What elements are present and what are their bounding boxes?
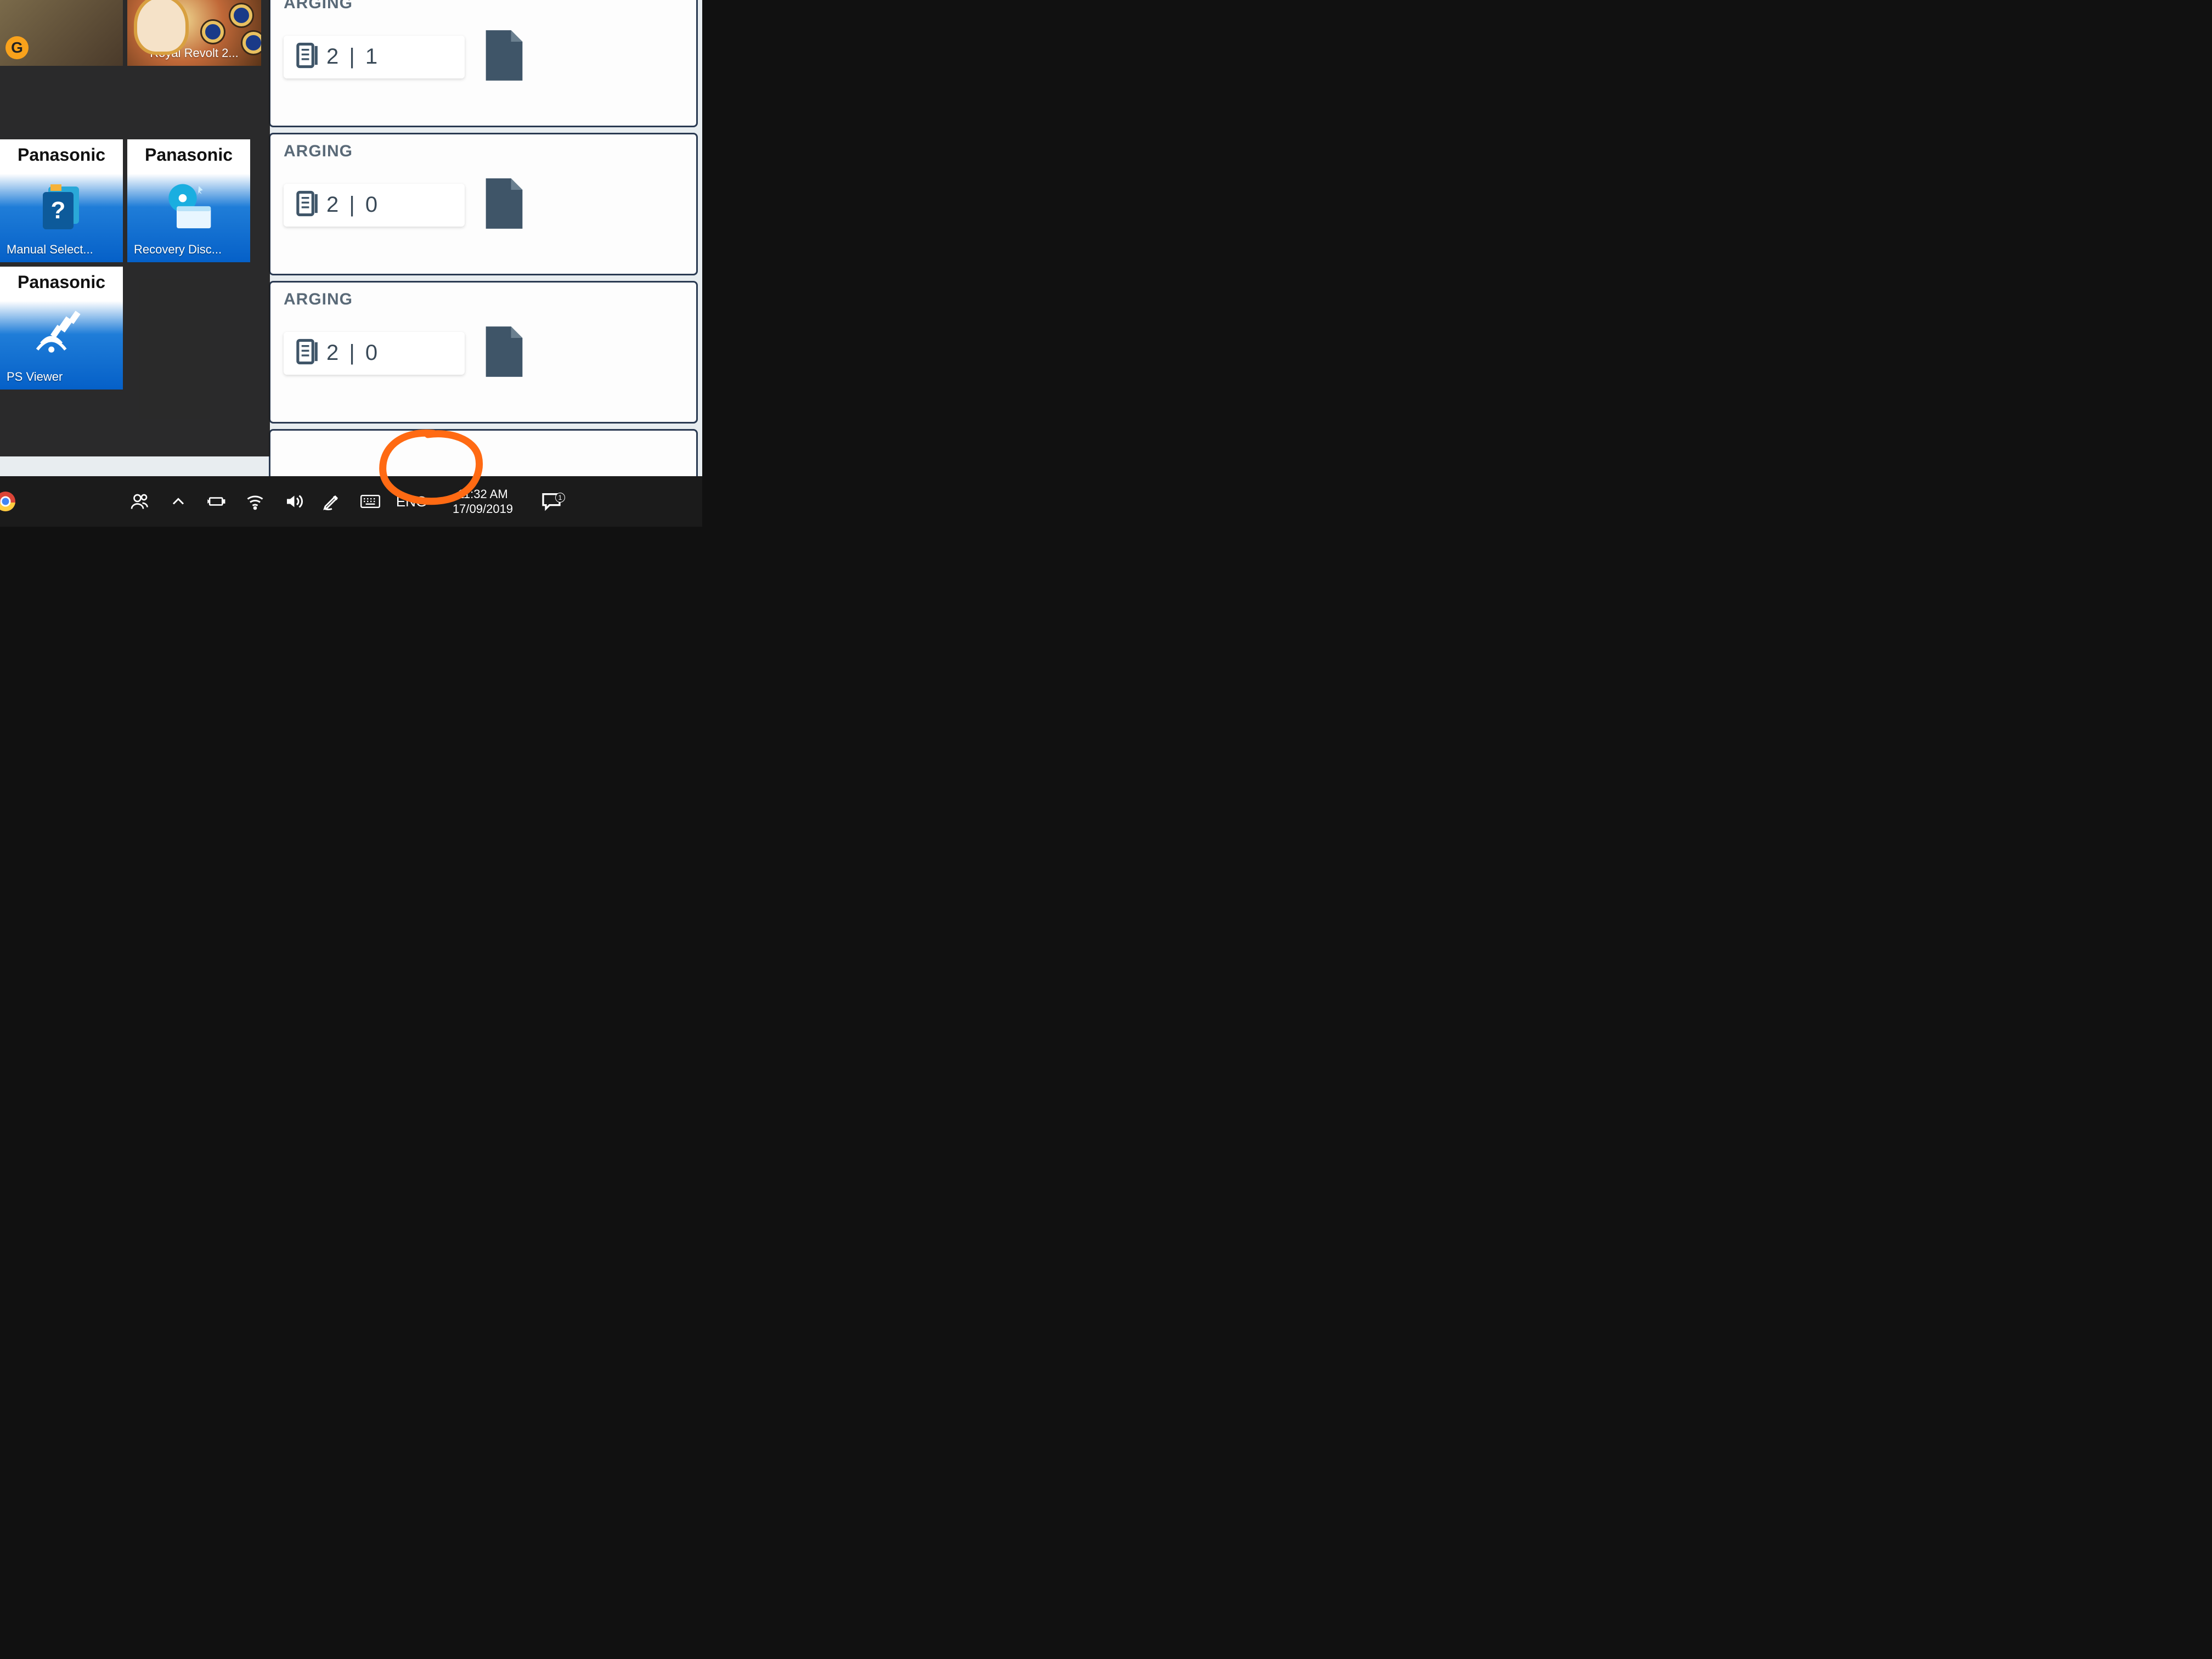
taskbar: ENG 11:32 AM 17/09/2019 1 [0, 476, 702, 527]
value-field[interactable]: 2 | 0 [284, 332, 465, 375]
gps-satellite-icon [0, 305, 123, 360]
desktop: ARGING 2 | 1 ARGING 2 | 0 [0, 0, 702, 527]
list-icon [296, 338, 319, 368]
start-menu: G Royal Revolt 2... Panasonic ? [0, 0, 270, 456]
panasonic-brand: Panasonic [0, 145, 123, 165]
svg-text:?: ? [51, 197, 66, 224]
language-indicator[interactable]: ENG [390, 476, 433, 527]
taskbar-app-chrome[interactable] [0, 476, 22, 527]
pen-input-icon[interactable] [313, 476, 351, 527]
start-tiles: G Royal Revolt 2... Panasonic ? [0, 0, 270, 456]
charging-panel-3: ARGING 2 | 0 [269, 281, 698, 424]
list-icon [296, 190, 319, 219]
panasonic-brand: Panasonic [127, 145, 250, 165]
gem-icon [202, 21, 224, 43]
tile-title: Manual Select... [0, 238, 123, 262]
character-art-icon [134, 0, 189, 55]
gem-icon [230, 4, 252, 26]
tile-title: Recovery Disc... [127, 238, 250, 262]
panel-label: ARGING [284, 142, 683, 161]
value-text: 2 | 0 [326, 341, 380, 365]
tile-manual-selector[interactable]: Panasonic ? Manual Select... [0, 139, 123, 262]
charging-panel-1: ARGING 2 | 1 [269, 0, 698, 127]
tile-game-1[interactable]: G [0, 0, 123, 66]
tile-ps-viewer[interactable]: Panasonic PS Viewer [0, 267, 123, 390]
volume-icon[interactable] [274, 476, 313, 527]
document-icon[interactable] [481, 324, 527, 382]
action-center-icon[interactable]: 1 [532, 490, 571, 512]
language-text: ENG [396, 493, 427, 510]
gameloft-badge-icon: G [5, 36, 29, 59]
value-field[interactable]: 2 | 0 [284, 184, 465, 227]
notification-badge: 1 [555, 493, 565, 503]
gem-icon [242, 32, 261, 54]
panel-label: ARGING [284, 290, 683, 309]
panel-label: ARGING [284, 0, 683, 13]
tile-title: PS Viewer [0, 365, 123, 390]
tray-chevron-up-icon[interactable] [159, 476, 198, 527]
clock-date: 17/09/2019 [433, 501, 532, 517]
clock-time: 11:32 AM [433, 487, 532, 502]
tile-royal-revolt[interactable]: Royal Revolt 2... [127, 0, 261, 66]
list-icon [296, 42, 319, 71]
battery-charging-icon[interactable] [198, 476, 236, 527]
document-icon[interactable] [481, 176, 527, 234]
value-field[interactable]: 2 | 1 [284, 36, 465, 78]
taskbar-clock[interactable]: 11:32 AM 17/09/2019 [433, 487, 532, 517]
panasonic-brand: Panasonic [0, 272, 123, 292]
manual-help-icon: ? [0, 178, 123, 233]
value-text: 2 | 1 [326, 44, 380, 69]
people-icon[interactable] [121, 476, 159, 527]
document-icon[interactable] [481, 28, 527, 86]
recovery-disc-icon [127, 178, 250, 233]
touch-keyboard-icon[interactable] [351, 476, 390, 527]
tile-recovery-disc[interactable]: Panasonic Recovery Disc... [127, 139, 250, 262]
charging-panel-2: ARGING 2 | 0 [269, 133, 698, 275]
wifi-icon[interactable] [236, 476, 274, 527]
value-text: 2 | 0 [326, 193, 380, 217]
